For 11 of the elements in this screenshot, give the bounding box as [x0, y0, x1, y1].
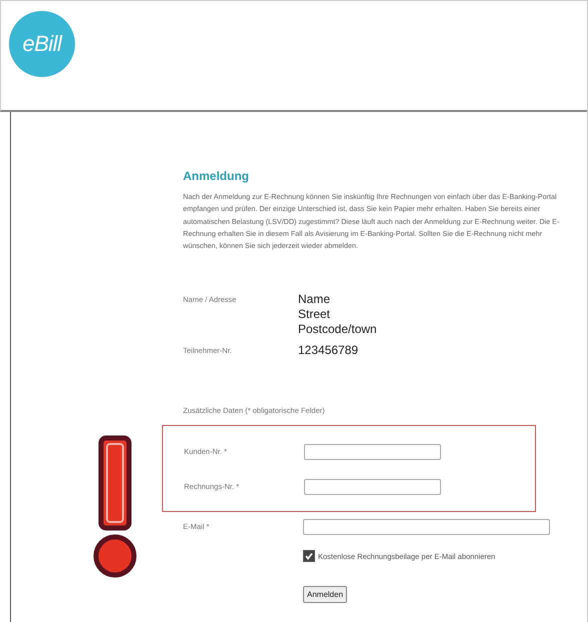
checkbox[interactable]	[303, 550, 315, 562]
field-value: Name	[298, 292, 332, 308]
ebill-logo: eBill	[9, 11, 75, 77]
input-field[interactable]	[304, 444, 441, 460]
field-value: Postcode/town	[298, 322, 377, 338]
field-value: 123456789	[298, 343, 358, 358]
form-heading: Anmeldung	[183, 169, 250, 183]
input-field[interactable]	[303, 518, 550, 535]
register-button[interactable]: Anmelden	[303, 586, 348, 604]
field-value: Street	[298, 307, 332, 322]
input-field[interactable]	[304, 478, 441, 495]
